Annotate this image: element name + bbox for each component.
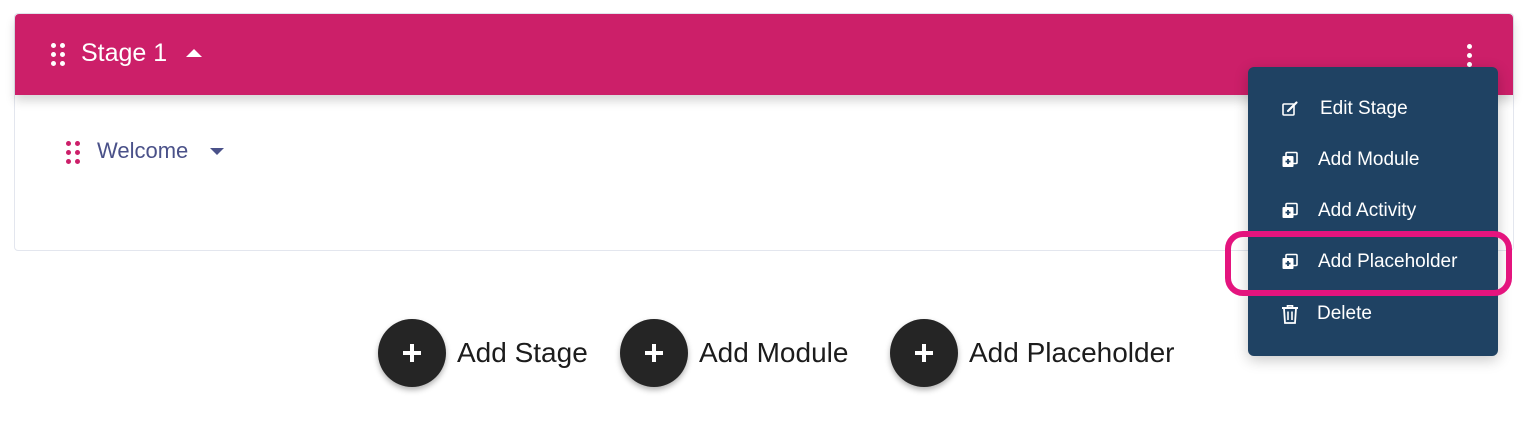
add-placeholder-button[interactable]: Add Placeholder xyxy=(890,319,1174,387)
menu-item-label: Add Module xyxy=(1318,149,1420,170)
add-stage-label[interactable]: Add Stage xyxy=(457,337,588,369)
menu-item-label: Delete xyxy=(1317,303,1372,324)
edit-icon xyxy=(1282,101,1298,116)
add-stage-button[interactable]: Add Stage xyxy=(378,319,588,387)
plus-icon[interactable] xyxy=(890,319,958,387)
add-module-button[interactable]: Add Module xyxy=(620,319,848,387)
stage-title[interactable]: Stage 1 xyxy=(81,39,167,68)
add-copy-icon xyxy=(1282,202,1298,218)
collapse-caret-icon[interactable] xyxy=(186,49,202,57)
menu-item-label: Add Activity xyxy=(1318,200,1417,221)
stage-options-menu: Edit Stage Add Module Add Activity Add P… xyxy=(1248,67,1498,356)
trash-icon xyxy=(1282,305,1298,324)
menu-item-add-activity[interactable]: Add Activity xyxy=(1248,191,1498,231)
menu-item-label: Edit Stage xyxy=(1320,98,1408,119)
add-copy-icon xyxy=(1282,151,1298,167)
module-title[interactable]: Welcome xyxy=(97,138,188,164)
add-placeholder-label[interactable]: Add Placeholder xyxy=(969,337,1174,369)
menu-item-delete[interactable]: Delete xyxy=(1248,294,1498,334)
highlight-annotation xyxy=(1225,231,1512,296)
menu-item-edit-stage[interactable]: Edit Stage xyxy=(1248,89,1498,129)
module-drag-handle-icon[interactable] xyxy=(66,141,80,164)
menu-item-add-module[interactable]: Add Module xyxy=(1248,140,1498,180)
plus-icon[interactable] xyxy=(378,319,446,387)
add-module-label[interactable]: Add Module xyxy=(699,337,848,369)
stage-drag-handle-icon[interactable] xyxy=(51,43,65,66)
expand-caret-icon[interactable] xyxy=(210,148,224,155)
stage-more-options-icon[interactable] xyxy=(1467,44,1472,67)
plus-icon[interactable] xyxy=(620,319,688,387)
